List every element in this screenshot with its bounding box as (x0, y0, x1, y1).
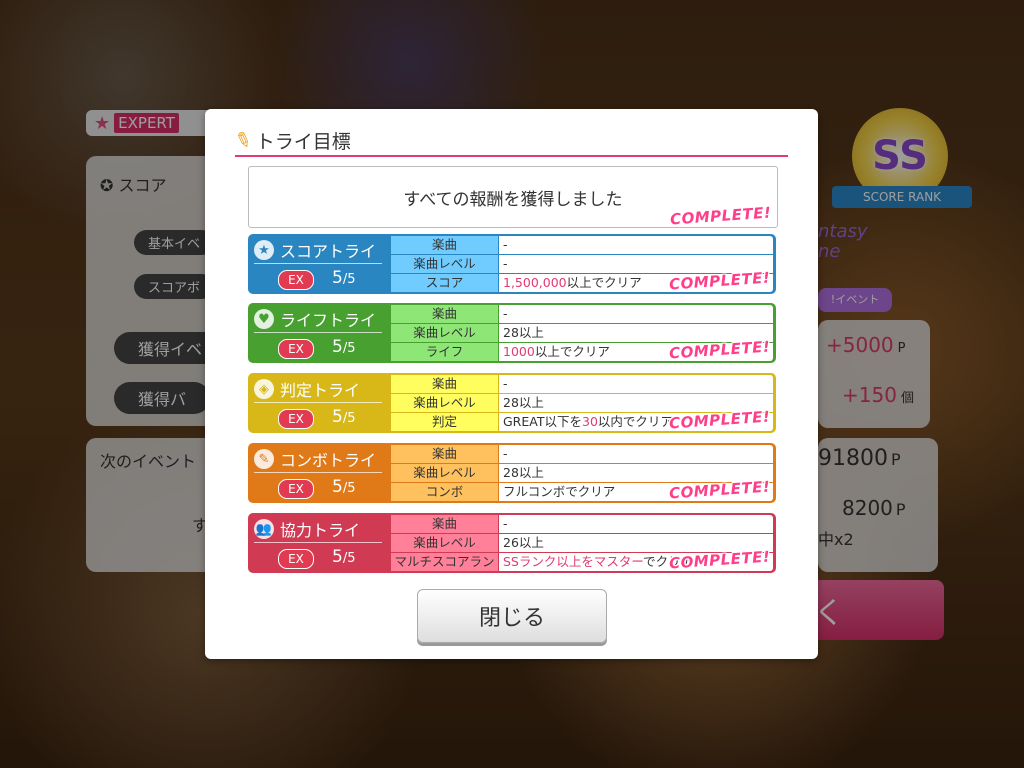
goal-name: コンボトライ (280, 451, 377, 470)
close-button[interactable]: 閉じる (417, 589, 607, 643)
goal-row-value: - (503, 256, 508, 271)
goal-progress: 5/5 (332, 477, 356, 497)
difficulty-badge: EX (278, 339, 314, 359)
goal-row-key: 楽曲レベル (391, 464, 498, 482)
goal-card-header: ✎ コンボトライ EX 5/5 (248, 443, 388, 503)
goal-row-key: 楽曲レベル (391, 255, 498, 273)
star-icon: ★ (254, 240, 274, 260)
pencil-icon: ✎ (231, 125, 256, 155)
goal-card-header: ★ スコアトライ EX 5/5 (248, 234, 388, 294)
close-button-label: 閉じる (478, 606, 545, 631)
goal-row-value: 28以上 (503, 465, 544, 480)
goal-row: 楽曲レベル 28以上 (391, 324, 773, 342)
goal-row-key: 楽曲 (391, 515, 498, 533)
difficulty-badge: EX (278, 479, 314, 499)
goal-progress: 5/5 (332, 547, 356, 567)
goal-row: 楽曲レベル 28以上 (391, 394, 773, 412)
diamond-target-icon: ◈ (254, 379, 274, 399)
goal-name: スコアトライ (280, 242, 377, 261)
goal-progress: 5/5 (332, 337, 356, 357)
goal-card-header: ◈ 判定トライ EX 5/5 (248, 373, 388, 433)
goal-row-value: 28以上 (503, 395, 544, 410)
goal-row-key: ライフ (391, 343, 498, 361)
goal-row-value: フルコンボでクリア (503, 484, 616, 499)
goal-row: 楽曲 - (391, 236, 773, 254)
goal-row: 楽曲レベル 26以上 (391, 534, 773, 552)
goal-row-key: 楽曲レベル (391, 324, 498, 342)
goal-card: 👥 協力トライ EX 5/5 楽曲 - 楽曲レベル 26以上 マルチスコアランク… (248, 513, 776, 573)
goal-row: 楽曲 - (391, 305, 773, 323)
goal-row-key: 楽曲レベル (391, 394, 498, 412)
goal-row: 楽曲 - (391, 445, 773, 463)
goal-name: 協力トライ (280, 521, 361, 540)
goal-row-key: マルチスコアランク (391, 553, 498, 573)
goal-row: 楽曲レベル - (391, 255, 773, 273)
all-rewards-box: すべての報酬を獲得しました COMPLETE! (248, 166, 778, 229)
goal-card-header: 👥 協力トライ EX 5/5 (248, 513, 388, 573)
difficulty-badge: EX (278, 409, 314, 429)
goal-row-value: SSランク以上をマスターでクリア (503, 554, 694, 569)
people-icon: 👥 (254, 519, 274, 539)
goal-row-value: GREAT以下を30以内でクリア (503, 414, 673, 429)
goal-card: ♥ ライフトライ EX 5/5 楽曲 - 楽曲レベル 28以上 ライフ 1000… (248, 303, 776, 363)
goal-row-key: 楽曲 (391, 305, 498, 323)
goal-card-header: ♥ ライフトライ EX 5/5 (248, 303, 388, 363)
goal-row-key: 楽曲 (391, 375, 498, 393)
goal-row-value: 28以上 (503, 325, 544, 340)
all-rewards-message: すべての報酬を獲得しました (403, 190, 623, 210)
goal-row: 楽曲 - (391, 515, 773, 533)
goal-row-key: 判定 (391, 413, 498, 431)
goal-row-value: - (503, 376, 508, 391)
goal-row: 楽曲 - (391, 375, 773, 393)
try-goals-dialog: ✎ トライ目標 すべての報酬を獲得しました COMPLETE! ★ スコアトライ… (205, 109, 818, 659)
goal-row: 楽曲レベル 28以上 (391, 464, 773, 482)
heart-icon: ♥ (254, 309, 274, 329)
goal-row-value: 1000以上でクリア (503, 344, 610, 359)
goal-row-value: 1,500,000以上でクリア (503, 275, 642, 290)
goal-row-value: - (503, 237, 508, 252)
goal-progress: 5/5 (332, 268, 356, 288)
goal-row-key: 楽曲 (391, 445, 498, 463)
goal-row-value: 26以上 (503, 535, 544, 550)
goal-row-key: コンボ (391, 483, 498, 501)
dialog-header: ✎ トライ目標 (231, 125, 788, 157)
difficulty-badge: EX (278, 549, 314, 569)
goal-card: ✎ コンボトライ EX 5/5 楽曲 - 楽曲レベル 28以上 コンボ フルコン… (248, 443, 776, 503)
goal-card: ★ スコアトライ EX 5/5 楽曲 - 楽曲レベル - スコア 1,500,0… (248, 234, 776, 294)
goal-row-key: スコア (391, 274, 498, 292)
difficulty-badge: EX (278, 270, 314, 290)
goal-row-key: 楽曲 (391, 236, 498, 254)
goal-row-key: 楽曲レベル (391, 534, 498, 552)
goal-name: ライフトライ (280, 311, 377, 330)
goal-name: 判定トライ (280, 381, 361, 400)
goal-row-value: - (503, 446, 508, 461)
goal-progress: 5/5 (332, 407, 356, 427)
goal-row-value: - (503, 306, 508, 321)
dialog-title: トライ目標 (255, 130, 351, 153)
goal-row-value: - (503, 516, 508, 531)
brush-icon: ✎ (254, 449, 274, 469)
goal-card: ◈ 判定トライ EX 5/5 楽曲 - 楽曲レベル 28以上 判定 GREAT以… (248, 373, 776, 433)
